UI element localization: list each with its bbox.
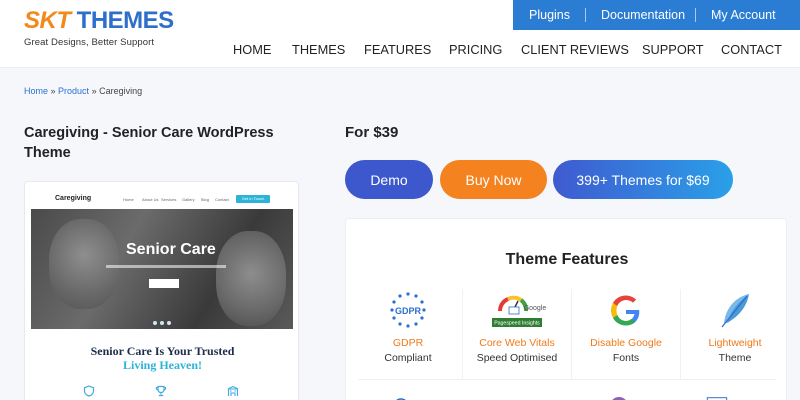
breadcrumb-home-link[interactable]: Home — [24, 86, 48, 96]
feature-core-web-vitals: Google Pagespeed Insights Core Web Vital… — [463, 289, 571, 379]
feature-disable-google-fonts: Disable Google Fonts — [572, 289, 680, 379]
feather-icon — [721, 294, 749, 328]
feature-title: GDPR — [392, 337, 424, 349]
buy-now-button[interactable]: Buy Now — [440, 160, 547, 199]
logo-tagline: Great Designs, Better Support — [24, 37, 155, 48]
topbar-divider — [695, 8, 696, 22]
preview-menu-item: About Us — [142, 197, 159, 202]
features-title: Theme Features — [505, 251, 629, 268]
gdpr-icon-label: GDPR — [395, 306, 422, 316]
breadcrumb-product-link[interactable]: Product — [58, 86, 89, 96]
feature-title: Lightweight — [708, 337, 762, 349]
breadcrumb-separator: » — [48, 86, 59, 96]
preview-heading-line1: Senior Care Is Your Trusted — [90, 344, 235, 358]
logo-wordmark: SKT THEMES — [24, 8, 174, 34]
preview-hero-title: Senior Care — [126, 241, 216, 258]
breadcrumb: Home » Product » Caregiving — [24, 86, 142, 96]
preview-hero-photo: Senior Care — [31, 209, 293, 329]
building-icon — [227, 385, 239, 396]
google-icon — [611, 295, 640, 326]
pagespeed-gauge-icon: Google Pagespeed Insights — [492, 295, 547, 327]
laptop-icon — [706, 397, 728, 400]
feature-subtitle: Compliant — [384, 352, 432, 364]
preview-cta: Get In Touch — [236, 195, 270, 203]
preview-person-silhouette — [49, 219, 119, 309]
feature-title: Disable Google — [590, 337, 662, 349]
theme-preview-image[interactable]: Caregiving Home About Us Services Galler… — [24, 181, 299, 400]
preview-menu-item: Services — [161, 197, 177, 202]
preview-menu-item: Gallery — [182, 197, 195, 202]
topbar-divider — [585, 8, 586, 22]
preview-person-silhouette — [216, 231, 286, 326]
theme-features-panel: Theme Features GDPR GDPR Compliant Googl… — [345, 218, 787, 400]
demo-button[interactable]: Demo — [345, 160, 433, 199]
target-icon — [396, 398, 406, 400]
preview-menu-item: Contact — [215, 197, 229, 202]
logo-themes-text: THEMES — [70, 7, 175, 34]
circle-icon — [612, 397, 626, 400]
feature-subtitle: Speed Optimised — [476, 352, 558, 364]
feature-lightweight: Lightweight Theme — [681, 289, 789, 379]
topbar-link-plugins[interactable]: Plugins — [529, 8, 570, 22]
site-header: SKT THEMES Great Designs, Better Support… — [0, 0, 800, 68]
feature-row-divider — [358, 379, 776, 380]
preview-slider-dots — [153, 321, 171, 325]
nav-item-client-reviews[interactable]: CLIENT REVIEWS — [521, 42, 629, 57]
product-title: Caregiving - Senior Care WordPress Theme — [24, 125, 274, 161]
preview-hero-subtitle-line — [106, 265, 226, 268]
topbar-link-documentation[interactable]: Documentation — [601, 8, 685, 22]
nav-item-support[interactable]: SUPPORT — [642, 42, 704, 57]
preview-header: Caregiving Home About Us Services Galler… — [25, 182, 298, 208]
nav-item-contact[interactable]: CONTACT — [721, 42, 782, 57]
top-utility-bar: Plugins Documentation My Account — [513, 0, 800, 30]
preview-heading-line2: Living Heaven! — [122, 358, 202, 372]
preview-menu-item: Home — [123, 197, 134, 202]
gdpr-icon: GDPR — [390, 292, 426, 328]
preview-brand: Caregiving — [55, 195, 92, 202]
product-price: For $39 — [345, 124, 399, 141]
nav-item-features[interactable]: FEATURES — [364, 42, 431, 57]
feature-title: Core Web Vitals — [479, 337, 555, 349]
nav-item-themes[interactable]: THEMES — [292, 42, 345, 57]
site-logo[interactable]: SKT THEMES Great Designs, Better Support — [24, 8, 174, 49]
nav-item-home[interactable]: HOME — [233, 42, 271, 57]
feature-gdpr: GDPR GDPR Compliant — [354, 289, 462, 379]
nav-item-pricing[interactable]: PRICING — [449, 42, 502, 57]
preview-hero-button — [149, 279, 179, 288]
trophy-icon — [155, 385, 167, 397]
pagespeed-label: Pagespeed Insights — [494, 321, 540, 327]
shield-icon — [83, 385, 95, 397]
pagespeed-google-text: Google — [524, 305, 547, 312]
logo-skt-text: SKT — [24, 7, 71, 34]
breadcrumb-current: Caregiving — [99, 86, 143, 96]
feature-subtitle: Theme — [718, 352, 752, 364]
preview-menu-item: Blog — [201, 197, 210, 202]
all-themes-bundle-button[interactable]: 399+ Themes for $69 — [553, 160, 733, 199]
breadcrumb-separator: » — [89, 86, 100, 96]
topbar-link-my-account[interactable]: My Account — [711, 8, 776, 22]
feature-subtitle: Fonts — [612, 352, 640, 364]
